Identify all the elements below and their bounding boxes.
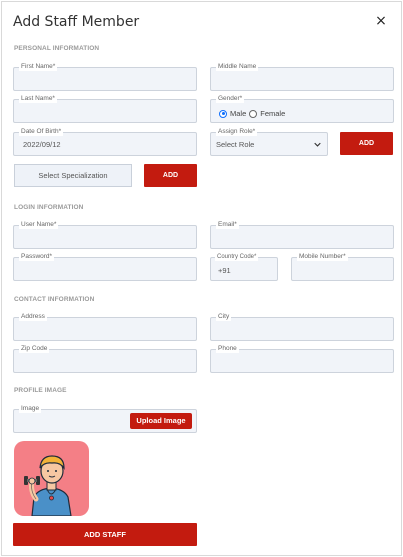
avatar — [14, 441, 89, 516]
assign-role-label: Assign Role* — [216, 128, 258, 136]
last-name-field[interactable]: Last Name* — [13, 95, 197, 123]
user-name-label: User Name* — [19, 221, 59, 229]
add-staff-modal: Add Staff Member × PERSONAL INFORMATION … — [1, 1, 402, 556]
image-label: Image — [19, 405, 42, 413]
assign-role-value: Select Role — [216, 140, 255, 149]
mobile-number-label: Mobile Number* — [297, 253, 348, 261]
gender-male-label: Male — [230, 109, 247, 118]
fitness-trainer-avatar-icon — [24, 455, 72, 516]
city-field[interactable]: City — [210, 313, 394, 341]
mobile-number-field[interactable]: Mobile Number* — [291, 253, 394, 281]
phone-field[interactable]: Phone — [210, 345, 394, 373]
date-of-birth-field[interactable]: Date Of Birth* 2022/09/12 — [13, 128, 197, 156]
country-code-label: Country Code* — [215, 253, 259, 261]
gender-female-label: Female — [260, 109, 286, 118]
add-role-button[interactable]: ADD — [340, 132, 393, 155]
chevron-down-icon — [314, 142, 321, 147]
section-profile-image: PROFILE IMAGE — [14, 387, 67, 394]
select-specialization-button[interactable]: Select Specialization — [14, 164, 132, 187]
gender-male-radio[interactable] — [219, 109, 227, 118]
upload-image-button[interactable]: Upload Image — [130, 413, 192, 429]
close-icon[interactable]: × — [374, 13, 388, 29]
gender-field: Gender* Male Female — [210, 95, 394, 123]
date-of-birth-label: Date Of Birth* — [19, 128, 64, 136]
gender-female-radio[interactable] — [249, 109, 258, 118]
assign-role-select[interactable]: Assign Role* Select Role — [210, 128, 328, 156]
first-name-field[interactable]: First Name* — [13, 63, 197, 91]
password-field[interactable]: Password* — [13, 253, 197, 281]
country-code-field[interactable]: Country Code* +91 — [210, 253, 278, 281]
zip-code-field[interactable]: Zip Code — [13, 345, 197, 373]
add-specialization-button[interactable]: ADD — [144, 164, 197, 187]
user-name-field[interactable]: User Name* — [13, 221, 197, 249]
gender-label: Gender* — [216, 95, 245, 103]
modal-title: Add Staff Member — [13, 14, 140, 30]
address-label: Address — [19, 313, 47, 321]
section-contact-information: CONTACT INFORMATION — [14, 296, 95, 303]
password-label: Password* — [19, 253, 55, 261]
date-of-birth-value: 2022/09/12 — [23, 140, 61, 149]
zip-code-label: Zip Code — [19, 345, 50, 353]
middle-name-field[interactable]: Middle Name — [210, 63, 394, 91]
add-staff-button[interactable]: ADD STAFF — [13, 523, 197, 546]
phone-label: Phone — [216, 345, 239, 353]
country-code-value: +91 — [218, 266, 231, 275]
section-login-information: LOGIN INFORMATION — [14, 204, 84, 211]
middle-name-label: Middle Name — [216, 63, 259, 71]
first-name-label: First Name* — [19, 63, 58, 71]
gender-radio-group: Male Female — [219, 109, 285, 118]
email-label: Email* — [216, 221, 239, 229]
last-name-label: Last Name* — [19, 95, 57, 103]
city-label: City — [216, 313, 232, 321]
address-field[interactable]: Address — [13, 313, 197, 341]
email-field[interactable]: Email* — [210, 221, 394, 249]
section-personal-information: PERSONAL INFORMATION — [14, 45, 100, 52]
